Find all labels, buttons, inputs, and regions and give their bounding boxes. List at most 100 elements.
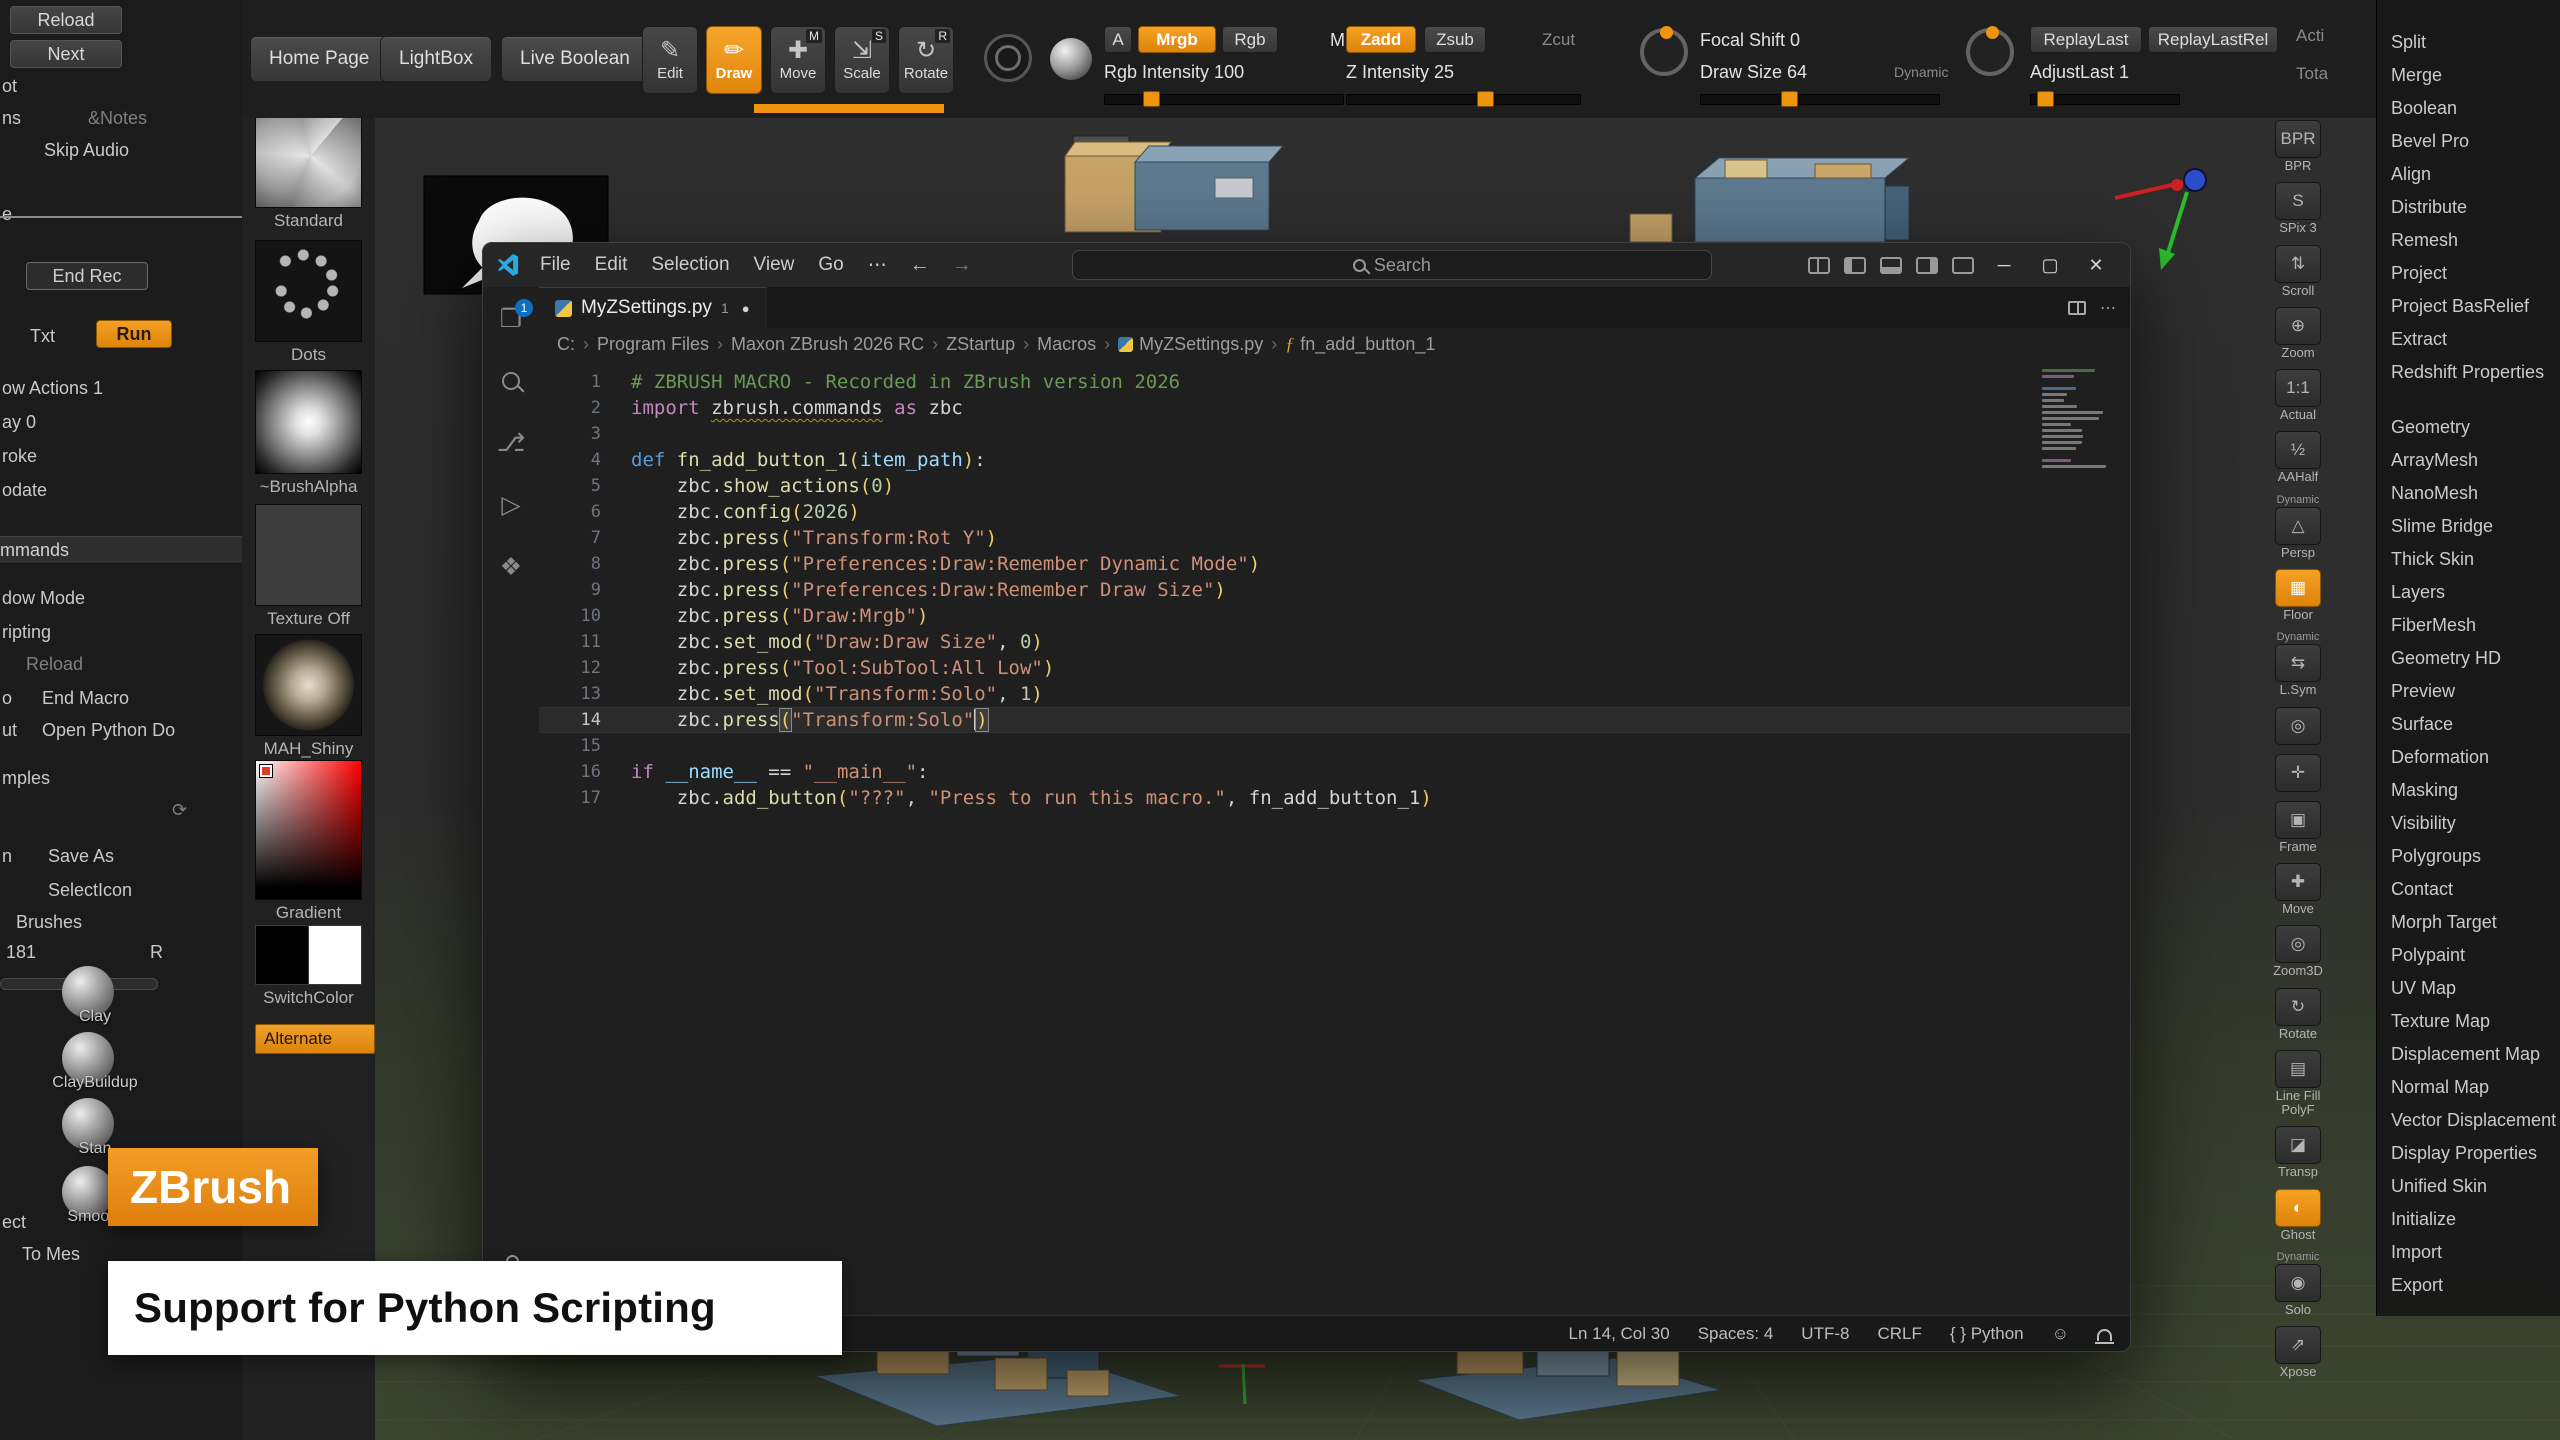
code-line-12[interactable]: 12 zbc.press("Tool:SubTool:All Low") bbox=[539, 655, 2130, 681]
vscode-titlebar[interactable]: FileEditSelectionViewGo⋯ ← → Search ─ ▢ … bbox=[483, 243, 2130, 287]
shelf-item-floor[interactable]: ▦Floor bbox=[2275, 569, 2321, 622]
shelf-icon[interactable]: ✛ bbox=[2275, 754, 2321, 792]
alternate-button[interactable]: Alternate bbox=[255, 1024, 375, 1054]
breadcrumb-item-program-files[interactable]: Program Files bbox=[597, 334, 709, 355]
code-line-6[interactable]: 6 zbc.config(2026) bbox=[539, 499, 2130, 525]
menu-item-geometry-hd[interactable]: Geometry HD bbox=[2377, 642, 2560, 675]
menu-item-display-properties[interactable]: Display Properties bbox=[2377, 1137, 2560, 1170]
panel-bottom-icon[interactable] bbox=[1874, 250, 1908, 280]
shelf-item-icon[interactable]: ✛ bbox=[2275, 754, 2321, 792]
aahalf-icon[interactable]: ½ bbox=[2275, 431, 2321, 469]
live-boolean-button[interactable]: Live Boolean bbox=[501, 36, 649, 82]
code-line-11[interactable]: 11 zbc.set_mod("Draw:Draw Size", 0) bbox=[539, 629, 2130, 655]
stroke-preview-icon[interactable] bbox=[984, 34, 1032, 82]
code-line-17[interactable]: 17 zbc.add_button("???", "Press to run t… bbox=[539, 785, 2130, 811]
shelf-item-spix-3[interactable]: SSPix 3 bbox=[2275, 182, 2321, 235]
adjust-last-slider[interactable] bbox=[2030, 94, 2180, 105]
menu-item-geometry[interactable]: Geometry bbox=[2377, 411, 2560, 444]
replay-dial-icon[interactable] bbox=[1966, 28, 2014, 76]
actual-icon[interactable]: 1:1 bbox=[2275, 369, 2321, 407]
status-line-col[interactable]: Ln 14, Col 30 bbox=[1569, 1324, 1670, 1344]
shelf-item-zoom3d[interactable]: ◎Zoom3D bbox=[2273, 925, 2323, 978]
menubar-item-view[interactable]: View bbox=[743, 250, 806, 281]
zoom3d-icon[interactable]: ◎ bbox=[2275, 925, 2321, 963]
line-fill-polyf-icon[interactable]: ▤ bbox=[2275, 1050, 2321, 1088]
transp-icon[interactable]: ◪ bbox=[2275, 1126, 2321, 1164]
solo-icon[interactable]: ◉ bbox=[2275, 1264, 2321, 1302]
shelf-item-persp[interactable]: Dynamic△Persp bbox=[2275, 494, 2321, 560]
menubar-item-edit[interactable]: Edit bbox=[584, 250, 639, 281]
menu-item-distribute[interactable]: Distribute bbox=[2377, 191, 2560, 224]
draw-tool-button[interactable]: ✏Draw bbox=[706, 26, 762, 94]
code-line-9[interactable]: 9 zbc.press("Preferences:Draw:Remember D… bbox=[539, 577, 2130, 603]
menu-item-merge[interactable]: Merge bbox=[2377, 59, 2560, 92]
menu-item-vector-displacement[interactable]: Vector Displacement bbox=[2377, 1104, 2560, 1137]
menu-item-split[interactable]: Split bbox=[2377, 26, 2560, 59]
menu-item-import[interactable]: Import bbox=[2377, 1236, 2560, 1269]
code-line-10[interactable]: 10 zbc.press("Draw:Mrgb") bbox=[539, 603, 2130, 629]
tab-myzsettings[interactable]: MyZSettings.py 1 ● bbox=[539, 287, 767, 328]
source-control-icon[interactable]: ⎇ bbox=[493, 427, 529, 459]
minimap[interactable] bbox=[2042, 365, 2114, 468]
extensions-icon[interactable]: ❖ bbox=[493, 551, 529, 583]
run-debug-icon[interactable]: ▷ bbox=[493, 489, 529, 521]
zcut-label[interactable]: Zcut bbox=[1542, 30, 1575, 50]
home-page-button[interactable]: Home Page bbox=[250, 36, 388, 82]
shelf-item-rotate[interactable]: ↻Rotate bbox=[2275, 988, 2321, 1041]
brush-slot-brushalpha[interactable]: ~BrushAlpha bbox=[255, 370, 362, 497]
rgb-intensity-slider[interactable] bbox=[1104, 94, 1344, 105]
code-line-14[interactable]: 14 zbc.press("Transform:Solo") bbox=[539, 707, 2130, 733]
move-tool-button[interactable]: ✚MoveM bbox=[770, 26, 826, 94]
code-line-8[interactable]: 8 zbc.press("Preferences:Draw:Remember D… bbox=[539, 551, 2130, 577]
bpr-icon[interactable]: BPR bbox=[2275, 120, 2321, 158]
brush-slot-texture-off[interactable]: Texture Off bbox=[255, 504, 362, 629]
brush-slot-dots[interactable]: Dots bbox=[255, 240, 362, 365]
focal-shift-slider-label[interactable]: Focal Shift 0 bbox=[1700, 30, 1800, 51]
maximize-button[interactable]: ▢ bbox=[2028, 249, 2072, 281]
code-line-4[interactable]: 4def fn_add_button_1(item_path): bbox=[539, 447, 2130, 473]
menu-item-displacement-map[interactable]: Displacement Map bbox=[2377, 1038, 2560, 1071]
minimize-button[interactable]: ─ bbox=[1982, 249, 2026, 281]
tota-label-cut[interactable]: Tota bbox=[2296, 64, 2328, 84]
breadcrumb-item-macros[interactable]: Macros bbox=[1037, 334, 1096, 355]
shelf-item-aahalf[interactable]: ½AAHalf bbox=[2275, 431, 2321, 484]
status-language[interactable]: { } Python bbox=[1950, 1324, 2024, 1344]
menu-item-contact[interactable]: Contact bbox=[2377, 873, 2560, 906]
menubar-item-file[interactable]: File bbox=[529, 250, 582, 281]
brush-slot-standard[interactable]: Standard bbox=[255, 104, 362, 231]
rotate-icon[interactable]: ↻ bbox=[2275, 988, 2321, 1026]
menu-item-redshift-properties[interactable]: Redshift Properties bbox=[2377, 356, 2560, 389]
toggle-columns-icon[interactable] bbox=[1802, 250, 1836, 280]
code-line-15[interactable]: 15 bbox=[539, 733, 2130, 759]
status-eol[interactable]: CRLF bbox=[1877, 1324, 1921, 1344]
status-spaces[interactable]: Spaces: 4 bbox=[1698, 1324, 1774, 1344]
replay-last-rel-button[interactable]: ReplayLastRel bbox=[2148, 26, 2278, 53]
shelf-item-icon[interactable]: ◎ bbox=[2275, 707, 2321, 745]
shelf-item-l-sym[interactable]: Dynamic⇆L.Sym bbox=[2275, 631, 2321, 697]
a-toggle-button[interactable]: A bbox=[1104, 26, 1132, 53]
acti-label-cut[interactable]: Acti bbox=[2296, 26, 2324, 46]
menu-item-align[interactable]: Align bbox=[2377, 158, 2560, 191]
mah-shiny-thumbnail[interactable] bbox=[255, 634, 362, 736]
shelf-item-move[interactable]: ✚Move bbox=[2275, 863, 2321, 916]
gradient-thumbnail[interactable] bbox=[255, 760, 362, 900]
edit-tool-button[interactable]: ✎Edit bbox=[642, 26, 698, 94]
shelf-item-actual[interactable]: 1:1Actual bbox=[2275, 369, 2321, 422]
breadcrumb-item-fn-add-button-1[interactable]: ƒfn_add_button_1 bbox=[1285, 334, 1435, 355]
menu-item-project[interactable]: Project bbox=[2377, 257, 2560, 290]
standard-thumbnail[interactable] bbox=[255, 104, 362, 208]
menu-item-project-basrelief[interactable]: Project BasRelief bbox=[2377, 290, 2560, 323]
menu-item-extract[interactable]: Extract bbox=[2377, 323, 2560, 356]
switch-color-white[interactable] bbox=[309, 925, 363, 985]
focal-shift-dial-icon[interactable] bbox=[1640, 28, 1688, 76]
rgb-intensity-slider-label[interactable]: Rgb Intensity 100 bbox=[1104, 62, 1244, 83]
shelf-item-frame[interactable]: ▣Frame bbox=[2275, 801, 2321, 854]
l-sym-icon[interactable]: ⇆ bbox=[2275, 644, 2321, 682]
switchcolor-thumbnail[interactable] bbox=[255, 925, 362, 985]
brush-slot-gradient[interactable]: Gradient bbox=[255, 760, 362, 923]
texture-off-thumbnail[interactable] bbox=[255, 504, 362, 606]
menubar-item-go[interactable]: Go bbox=[807, 250, 854, 281]
zadd-button[interactable]: Zadd bbox=[1346, 26, 1416, 53]
brush-slot-mah-shiny[interactable]: MAH_Shiny bbox=[255, 634, 362, 759]
search-input[interactable]: Search bbox=[1072, 250, 1712, 280]
